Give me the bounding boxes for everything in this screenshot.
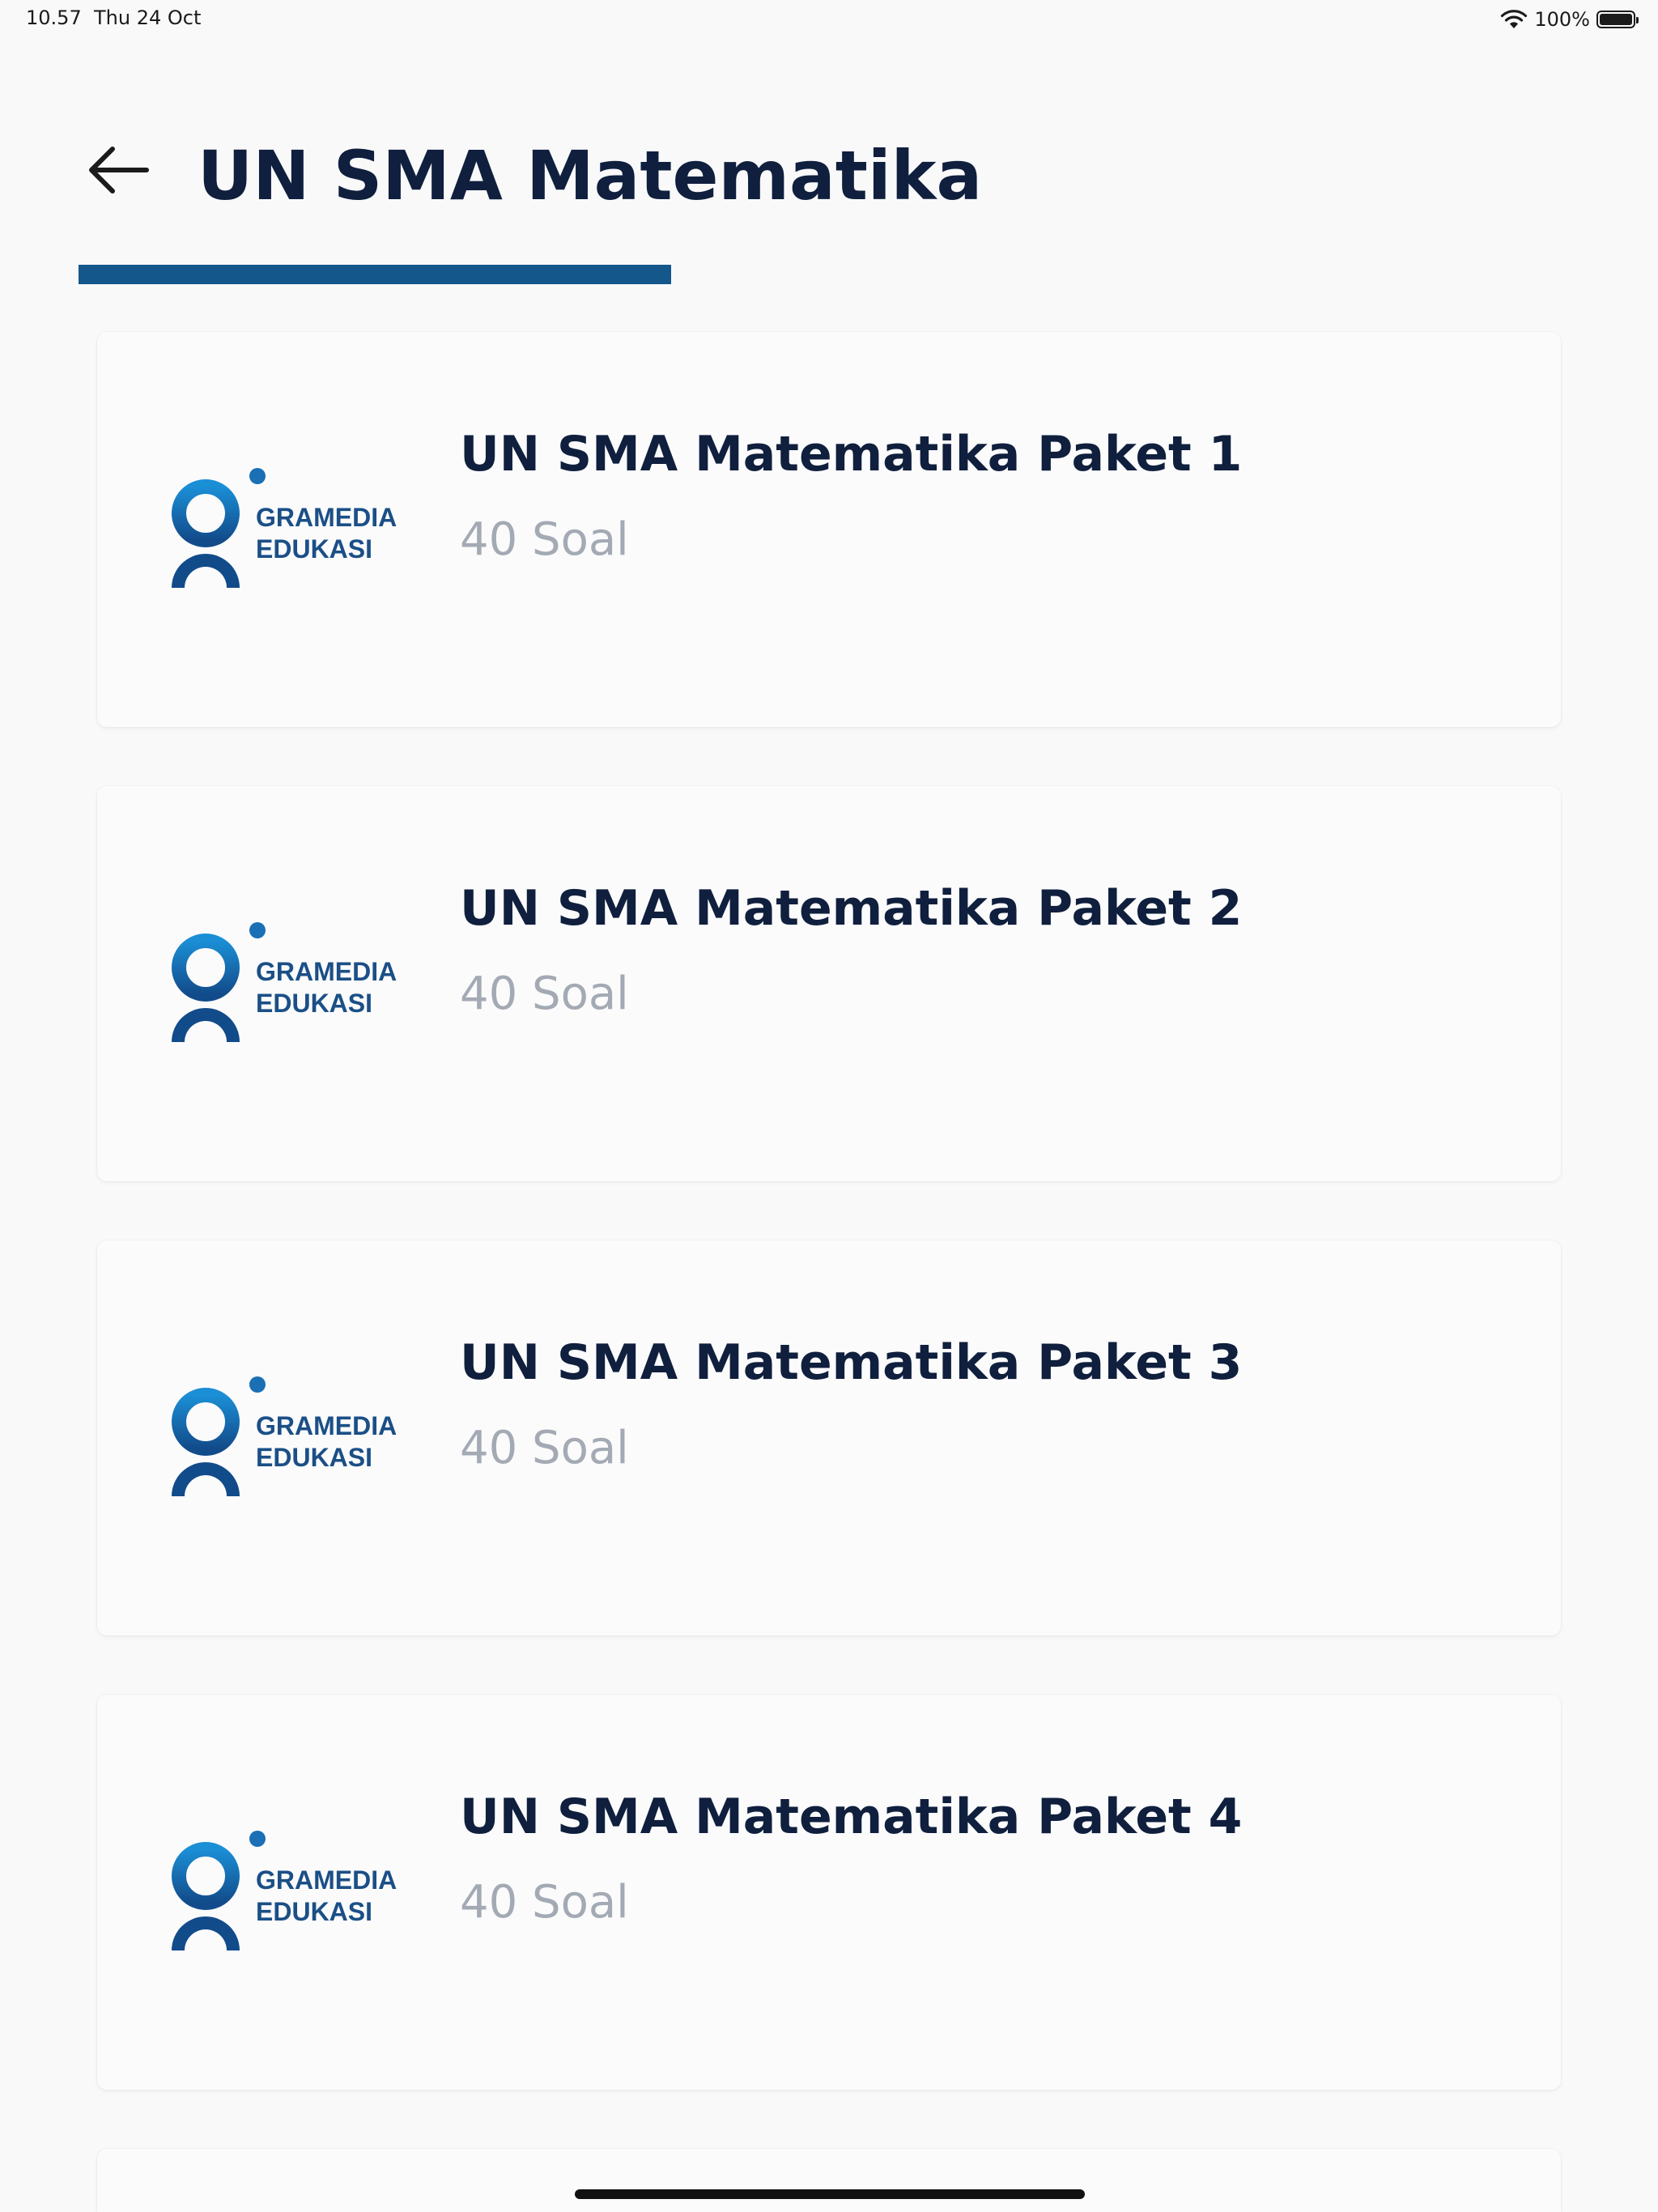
status-date: Thu 24 Oct bbox=[94, 6, 202, 29]
logo-line-1: GRAMEDIA bbox=[256, 957, 397, 986]
package-question-count: 40 Soal bbox=[460, 1876, 629, 1929]
gramedia-edukasi-logo: GRAMEDIA EDUKASI bbox=[172, 922, 397, 1042]
logo-line-2: EDUKASI bbox=[256, 989, 372, 1018]
title-underline bbox=[79, 265, 671, 284]
package-card-partial[interactable] bbox=[97, 2149, 1561, 2212]
status-time: 10.57 bbox=[26, 6, 82, 29]
battery-percent: 100% bbox=[1534, 8, 1590, 31]
logo-line-2: EDUKASI bbox=[256, 534, 372, 564]
package-question-count: 40 Soal bbox=[460, 513, 629, 566]
package-card-2[interactable]: GRAMEDIA EDUKASI UN SMA Matematika Paket… bbox=[97, 786, 1561, 1181]
package-title: UN SMA Matematika Paket 3 bbox=[460, 1334, 1243, 1391]
status-bar: 10.57 Thu 24 Oct 100% bbox=[0, 0, 1658, 39]
page-title: UN SMA Matematika bbox=[198, 136, 983, 215]
logo-line-1: GRAMEDIA bbox=[256, 503, 397, 532]
gramedia-edukasi-logo: GRAMEDIA EDUKASI bbox=[172, 1376, 397, 1496]
battery-icon bbox=[1596, 11, 1639, 28]
package-title: UN SMA Matematika Paket 1 bbox=[460, 426, 1243, 483]
wifi-icon bbox=[1501, 10, 1528, 28]
package-question-count: 40 Soal bbox=[460, 968, 629, 1020]
logo-line-1: GRAMEDIA bbox=[256, 1411, 397, 1440]
package-card-3[interactable]: GRAMEDIA EDUKASI UN SMA Matematika Paket… bbox=[97, 1240, 1561, 1636]
logo-line-1: GRAMEDIA bbox=[256, 1865, 397, 1895]
logo-line-2: EDUKASI bbox=[256, 1443, 372, 1472]
package-card-1[interactable]: GRAMEDIA EDUKASI UN SMA Matematika Paket… bbox=[97, 332, 1561, 727]
package-question-count: 40 Soal bbox=[460, 1422, 629, 1474]
package-card-4[interactable]: GRAMEDIA EDUKASI UN SMA Matematika Paket… bbox=[97, 1695, 1561, 2090]
package-title: UN SMA Matematika Paket 2 bbox=[460, 880, 1243, 937]
status-indicators: 100% bbox=[1500, 5, 1639, 34]
gramedia-edukasi-logo: GRAMEDIA EDUKASI bbox=[172, 468, 397, 588]
home-indicator[interactable] bbox=[575, 2189, 1085, 2199]
gramedia-edukasi-logo: GRAMEDIA EDUKASI bbox=[172, 1831, 397, 1950]
back-button[interactable] bbox=[81, 138, 154, 202]
arrow-left-icon bbox=[89, 147, 149, 194]
logo-line-2: EDUKASI bbox=[256, 1897, 372, 1926]
package-title: UN SMA Matematika Paket 4 bbox=[460, 1789, 1243, 1845]
